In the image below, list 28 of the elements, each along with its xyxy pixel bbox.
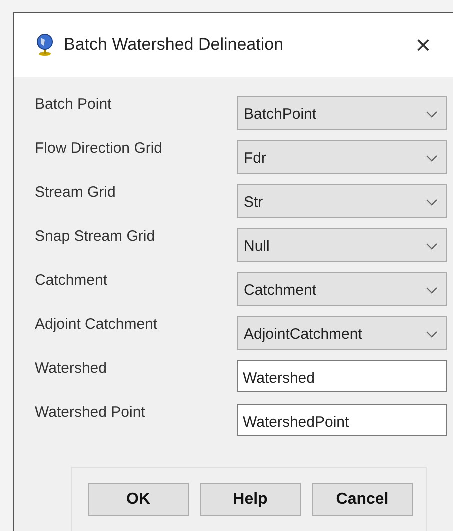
dialog-button[interactable]: Cancel	[312, 483, 413, 516]
field-label: Watershed	[35, 360, 108, 377]
field-label: Stream Grid	[35, 184, 117, 201]
field-label: Batch Point	[35, 96, 113, 113]
chevron-down-icon	[426, 242, 438, 250]
chevron-down-icon	[426, 330, 438, 338]
chevron-down-icon	[426, 286, 438, 294]
chevron-down-icon	[426, 154, 438, 162]
window-title: Batch Watershed Delineation	[64, 35, 285, 55]
close-button[interactable]: ×	[416, 32, 431, 58]
dropdown[interactable]: Null	[237, 228, 447, 262]
text-field[interactable]: Watershed	[237, 360, 447, 392]
chevron-down-icon	[426, 110, 438, 118]
field-label: Catchment	[35, 272, 109, 289]
field-label: Flow Direction Grid	[35, 140, 164, 157]
globe-icon	[36, 34, 54, 56]
text-field[interactable]: WatershedPoint	[237, 404, 447, 436]
dialog-button[interactable]: Help	[200, 483, 301, 516]
dropdown[interactable]: Catchment	[237, 272, 447, 306]
dropdown[interactable]: AdjointCatchment	[237, 316, 447, 350]
chevron-down-icon	[426, 198, 438, 206]
dropdown[interactable]: BatchPoint	[237, 96, 447, 130]
field-label: Watershed Point	[35, 404, 146, 421]
dropdown[interactable]: Fdr	[237, 140, 447, 174]
dialog-button[interactable]: OK	[88, 483, 189, 516]
field-label: Adjoint Catchment	[35, 316, 159, 333]
field-label: Snap Stream Grid	[35, 228, 156, 245]
dropdown[interactable]: Str	[237, 184, 447, 218]
